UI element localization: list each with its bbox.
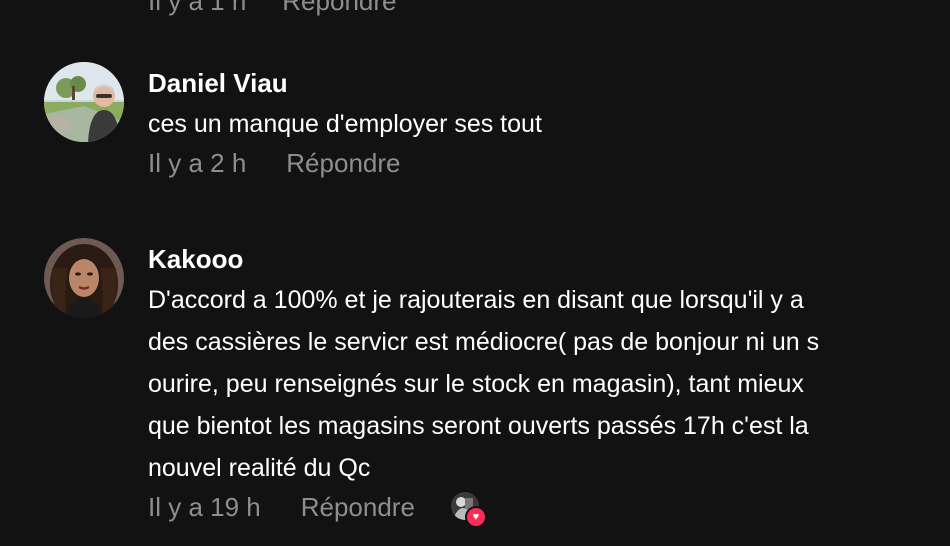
- previous-comment-meta: Il y a 1 h Répondre: [148, 0, 396, 17]
- comment-time: Il y a 1 h: [148, 0, 247, 16]
- reply-button[interactable]: Répondre: [301, 492, 415, 523]
- comments-panel: Il y a 1 h Répondre Daniel Viau ces un ma…: [0, 0, 950, 546]
- reply-button[interactable]: Répondre: [282, 0, 396, 16]
- avatar-image: [44, 62, 124, 142]
- avatar[interactable]: [44, 62, 124, 142]
- comment-text-line: D'accord a 100% et je rajouterais en dis…: [148, 286, 804, 314]
- creator-liked-badge: ♥: [450, 492, 487, 528]
- comment-meta: Il y a 2 h Répondre: [148, 145, 938, 181]
- avatar-image: [44, 238, 124, 318]
- comment-time: Il y a 2 h: [148, 147, 247, 178]
- creator-liked-heart-icon: ♥: [464, 506, 487, 528]
- comment-time: Il y a 19 h: [148, 491, 261, 522]
- comment-text-line: nouvel realité du Qc: [148, 454, 371, 482]
- comment-text-line: des cassières le servicr est médiocre( p…: [148, 328, 820, 356]
- avatar[interactable]: [44, 238, 124, 318]
- reply-button[interactable]: Répondre: [286, 148, 400, 179]
- comment-text-line: ourire, peu renseignés sur le stock en m…: [148, 370, 804, 398]
- comment-author[interactable]: Daniel Viau: [148, 68, 938, 98]
- comment-text: ces un manque d'employer ses tout: [148, 110, 542, 138]
- comment-text-line: que bientot les magasins seront ouverts …: [148, 412, 809, 440]
- comment-meta: Il y a 19 h Répondre ♥: [148, 489, 938, 528]
- comment-author[interactable]: Kakooo: [148, 244, 938, 274]
- comment-text: D'accord a 100% et je rajouterais en dis…: [148, 279, 938, 489]
